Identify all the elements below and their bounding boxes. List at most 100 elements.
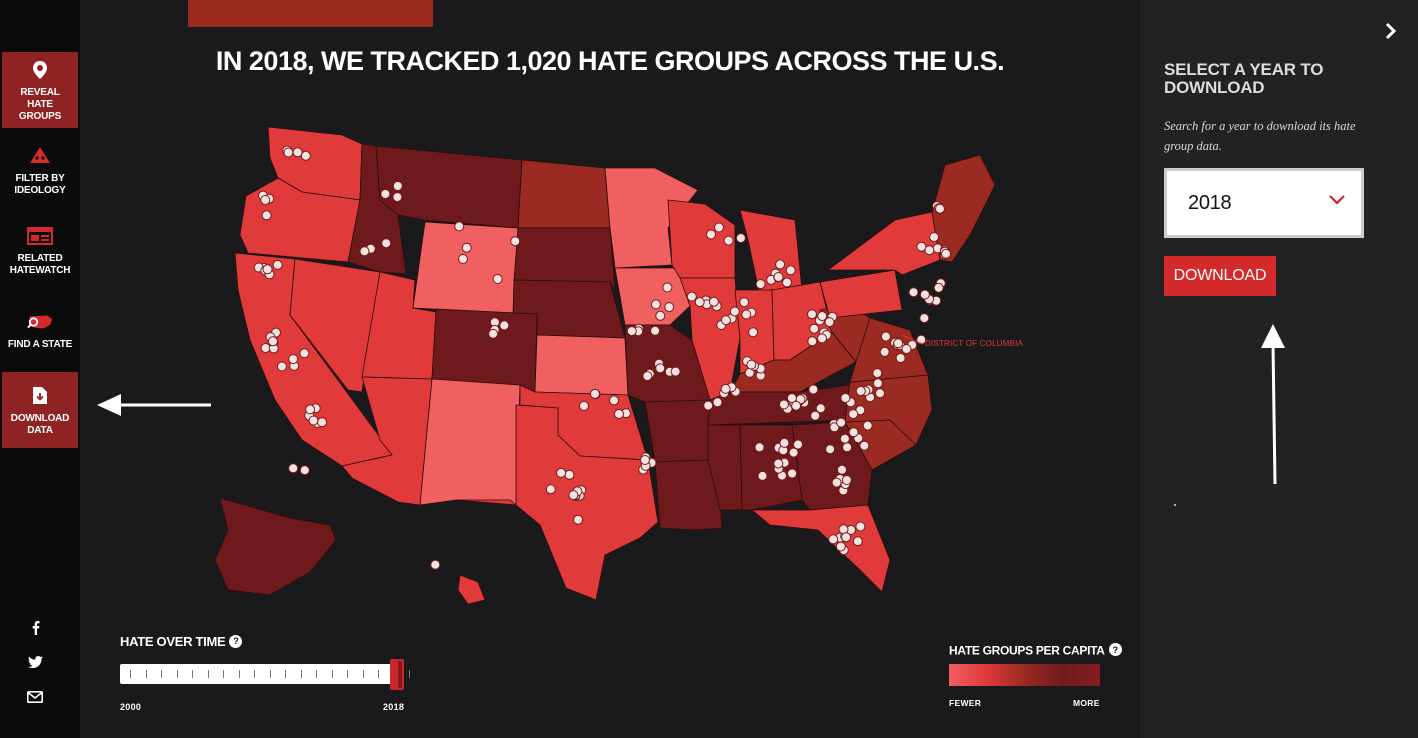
nav-find-a-state[interactable]: FIND A STATE <box>2 292 78 368</box>
hate-group-marker[interactable] <box>573 514 584 525</box>
hate-group-marker[interactable] <box>895 353 906 363</box>
timeline-slider-track[interactable] <box>120 664 410 684</box>
hate-group-marker[interactable] <box>859 440 870 451</box>
hate-group-marker[interactable] <box>872 368 883 379</box>
hate-group-marker[interactable] <box>720 315 731 326</box>
hate-group-marker[interactable] <box>788 447 799 458</box>
hate-group-marker[interactable] <box>359 246 370 257</box>
hate-group-marker[interactable] <box>299 465 310 476</box>
hate-group-marker[interactable] <box>810 410 821 421</box>
hate-group-marker[interactable] <box>317 417 328 428</box>
hate-group-marker[interactable] <box>933 282 944 293</box>
email-share-button[interactable] <box>24 686 46 708</box>
hate-group-marker[interactable] <box>773 272 784 282</box>
hate-group-marker[interactable] <box>499 320 510 331</box>
hate-group-marker[interactable] <box>392 181 403 191</box>
hate-group-marker[interactable] <box>288 354 299 365</box>
hate-group-marker[interactable] <box>842 442 853 453</box>
hate-group-marker[interactable] <box>642 371 653 382</box>
hate-group-marker[interactable] <box>300 150 311 161</box>
hate-group-marker[interactable] <box>662 282 673 293</box>
hate-group-marker[interactable] <box>492 274 503 284</box>
hate-group-marker[interactable] <box>941 248 951 259</box>
hate-group-marker[interactable] <box>430 559 441 570</box>
hate-group-marker[interactable] <box>919 313 930 324</box>
hate-group-marker[interactable] <box>852 536 863 547</box>
hate-group-marker[interactable] <box>782 277 792 288</box>
hate-group-marker[interactable] <box>626 326 637 337</box>
hate-group-marker[interactable] <box>276 361 287 372</box>
hate-group-marker[interactable] <box>754 442 765 453</box>
hate-group-marker[interactable] <box>305 404 316 415</box>
hate-group-marker[interactable] <box>919 289 930 300</box>
hate-group-marker[interactable] <box>670 366 681 377</box>
hate-group-marker[interactable] <box>564 469 575 480</box>
hate-group-marker[interactable] <box>840 393 851 403</box>
state-new-mexico[interactable] <box>419 378 521 506</box>
hate-group-marker[interactable] <box>590 388 600 399</box>
hate-group-marker[interactable] <box>741 309 752 320</box>
hate-group-marker[interactable] <box>510 236 521 247</box>
hate-group-marker[interactable] <box>568 490 579 501</box>
hate-group-marker[interactable] <box>836 417 847 428</box>
state-alaska[interactable] <box>214 497 337 596</box>
hate-group-marker[interactable] <box>831 477 842 488</box>
hate-group-marker[interactable] <box>808 384 819 395</box>
hate-group-marker[interactable] <box>879 346 890 357</box>
state-pennsylvania[interactable] <box>819 269 903 319</box>
hate-group-marker[interactable] <box>735 233 746 244</box>
hate-group-marker[interactable] <box>392 192 403 203</box>
hate-group-marker[interactable] <box>787 468 798 479</box>
nav-download-data[interactable]: DOWNLOAD DATA <box>2 372 78 448</box>
hate-group-marker[interactable] <box>262 264 273 275</box>
hate-group-marker[interactable] <box>640 455 650 465</box>
hate-group-marker[interactable] <box>862 420 873 431</box>
hate-group-marker[interactable] <box>880 331 891 342</box>
hate-group-marker[interactable] <box>791 400 802 411</box>
hate-group-marker[interactable] <box>748 327 759 338</box>
hate-group-marker[interactable] <box>779 437 790 448</box>
hate-group-marker[interactable] <box>837 464 847 475</box>
nav-related-hatewatch[interactable]: RELATED HATEWATCH <box>2 212 78 288</box>
hate-group-marker[interactable] <box>875 388 885 399</box>
hate-group-marker[interactable] <box>835 541 846 552</box>
hate-group-marker[interactable] <box>793 439 803 450</box>
hate-group-marker[interactable] <box>746 359 757 370</box>
hate-group-marker[interactable] <box>299 348 310 359</box>
timeline-slider-handle[interactable] <box>390 659 404 690</box>
hate-group-marker[interactable] <box>839 433 850 444</box>
nav-filter-by-ideology[interactable]: FILTER BY IDEOLOGY <box>2 132 78 208</box>
hate-group-marker[interactable] <box>708 296 719 307</box>
download-button[interactable]: DOWNLOAD <box>1164 256 1276 296</box>
hate-group-marker[interactable] <box>664 302 675 313</box>
hate-group-marker[interactable] <box>935 203 945 214</box>
hate-group-marker[interactable] <box>817 333 827 344</box>
hate-group-marker[interactable] <box>706 229 716 240</box>
hate-group-marker[interactable] <box>855 521 866 532</box>
hate-group-marker[interactable] <box>488 328 499 339</box>
state-florida[interactable] <box>750 504 891 593</box>
hate-group-marker[interactable] <box>545 484 556 495</box>
hate-group-marker[interactable] <box>650 299 661 310</box>
hate-group-marker[interactable] <box>872 378 883 389</box>
hate-group-marker[interactable] <box>757 470 768 481</box>
timeline-help-icon[interactable]: ? <box>229 634 243 648</box>
hate-group-marker[interactable] <box>901 344 912 354</box>
hate-group-marker[interactable] <box>817 311 828 322</box>
hate-group-marker[interactable] <box>809 323 820 334</box>
state-alabama[interactable] <box>739 424 803 511</box>
hate-group-marker[interactable] <box>828 534 839 545</box>
hate-group-marker[interactable] <box>458 254 468 264</box>
hate-group-marker[interactable] <box>729 306 740 317</box>
year-select[interactable]: 2018 <box>1164 168 1364 238</box>
hate-group-marker[interactable] <box>775 259 786 270</box>
hate-group-marker[interactable] <box>272 259 283 270</box>
hate-group-marker[interactable] <box>908 287 919 298</box>
hate-group-marker[interactable] <box>723 235 734 246</box>
hate-group-marker[interactable] <box>714 222 724 233</box>
state-north-dakota[interactable] <box>517 159 611 229</box>
hate-group-marker[interactable] <box>655 363 666 374</box>
hate-group-marker[interactable] <box>260 195 271 205</box>
hate-group-marker[interactable] <box>686 291 697 302</box>
state-colorado[interactable] <box>431 308 538 393</box>
